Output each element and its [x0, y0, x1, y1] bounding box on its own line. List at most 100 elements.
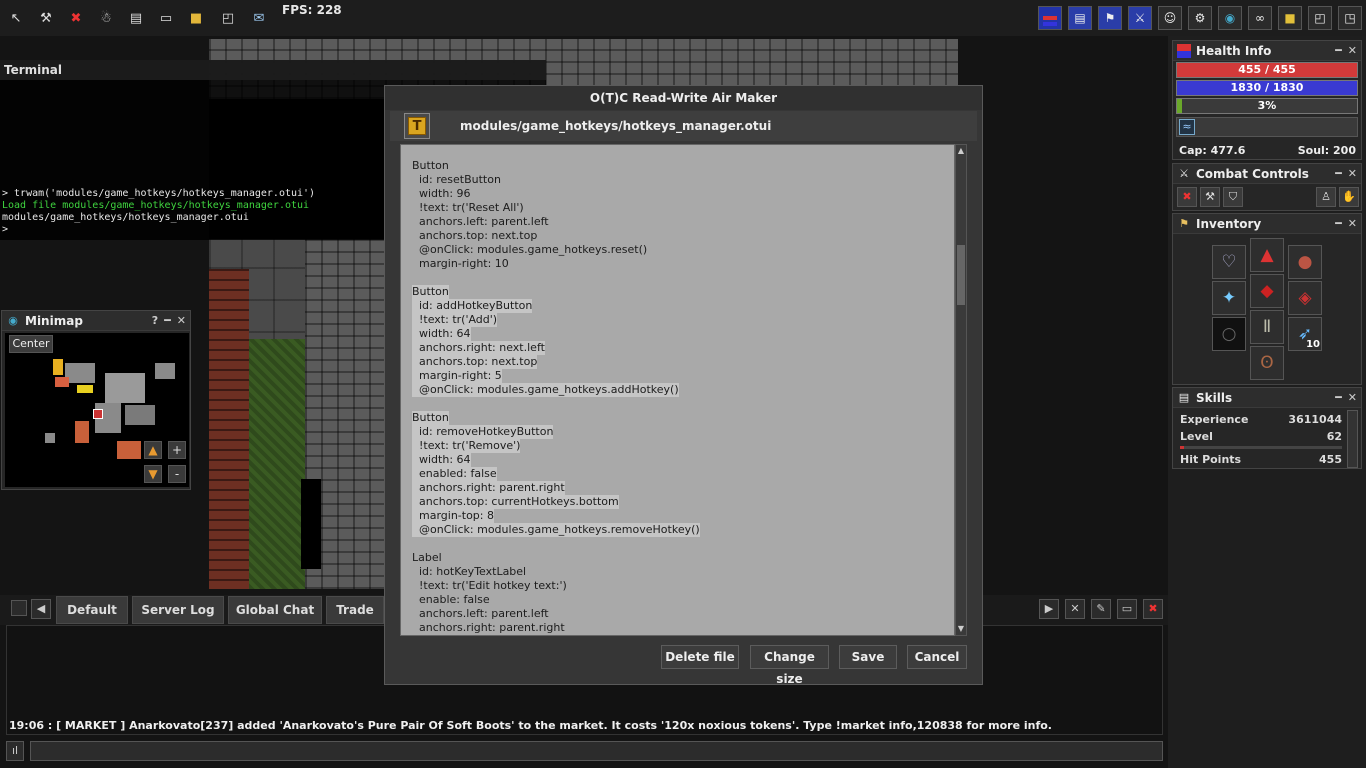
skill-row-level: Level 62	[1180, 430, 1342, 443]
level-progress-bar	[1180, 446, 1342, 449]
minimize-icon[interactable]: ◰	[1308, 6, 1332, 30]
next-tab-button[interactable]: ▶	[1039, 599, 1059, 619]
shield-slot[interactable]: ◈	[1288, 281, 1322, 315]
zoom-out-button[interactable]: -	[168, 465, 186, 483]
tab-global-chat[interactable]: Global Chat	[228, 596, 322, 624]
close-icon[interactable]: ✕	[1348, 217, 1357, 230]
prev-tab-button[interactable]: ◀	[31, 599, 51, 619]
minimize-icon[interactable]: ━	[1335, 391, 1342, 404]
zoom-in-button[interactable]: +	[168, 441, 186, 459]
close-icon[interactable]: ✕	[1348, 44, 1357, 57]
bag-icon: ⚑	[1179, 216, 1189, 230]
mana-bar: 1830 / 1830	[1176, 80, 1358, 96]
weapon-slot[interactable]: ✦	[1212, 281, 1246, 315]
tab-server-log[interactable]: Server Log	[132, 596, 224, 624]
balanced-mode-icon[interactable]: ⚒	[1200, 187, 1220, 207]
scroll-thumb[interactable]	[957, 245, 965, 305]
minimize-icon[interactable]: ━	[164, 314, 171, 327]
chat-toggle-checkbox[interactable]	[11, 600, 27, 616]
top-menu-bar: ↖ ⚒ ✖ ☃ ▤ ▭ ■ ◰ ✉ FPS: 228 ▤ ⚑ ⚔ ☺ ⚙ ◉ ∞…	[0, 0, 1366, 36]
minimize-icon[interactable]: ━	[1335, 44, 1342, 57]
ammo-count: 10	[1306, 339, 1320, 350]
close-icon[interactable]: ✕	[1348, 391, 1357, 404]
chase-mode-icon[interactable]: ✋	[1339, 187, 1359, 207]
close-icon[interactable]: ✕	[177, 314, 186, 327]
maximize-icon[interactable]: ◳	[1338, 6, 1362, 30]
minimap-window[interactable]: ◉ Minimap ? ━ ✕ Center ▲ ▼ + -	[1, 310, 191, 490]
center-button[interactable]: Center	[9, 335, 53, 353]
chat-message: 19:06 : [ MARKET ] Anarkovato[237] added…	[9, 719, 1052, 732]
options-icon[interactable]: ⚙	[1188, 6, 1212, 30]
boots-slot[interactable]: ʘ	[1250, 346, 1284, 380]
offensive-mode-icon[interactable]: ✖	[1177, 187, 1197, 207]
floor-down-button[interactable]: ▼	[144, 465, 162, 483]
ammo-slot[interactable]: ➶ 10	[1288, 317, 1322, 351]
save-button[interactable]: Save	[839, 645, 897, 669]
scroll-up-icon[interactable]: ▲	[956, 145, 966, 157]
stash-icon[interactable]: ■	[1278, 6, 1302, 30]
combat-icon[interactable]: ⚔	[1128, 6, 1152, 30]
armor-slot[interactable]: ◆	[1250, 274, 1284, 308]
close-chat-icon[interactable]: ✖	[1143, 599, 1163, 619]
health-info-title: Health Info	[1196, 43, 1272, 58]
delete-file-button[interactable]: Delete file	[661, 645, 739, 669]
close-icon[interactable]: ✕	[1348, 167, 1357, 180]
conditions-bar: ≈	[1176, 117, 1358, 137]
minimize-icon[interactable]: ━	[1335, 217, 1342, 230]
minimap-area[interactable]: Center ▲ ▼ + -	[5, 333, 189, 487]
cursor-icon[interactable]: ↖	[6, 8, 26, 28]
save-chat-icon[interactable]: ▭	[1117, 599, 1137, 619]
legs-slot[interactable]: Ⅱ	[1250, 310, 1284, 344]
floor-up-button[interactable]: ▲	[144, 441, 162, 459]
character-icon[interactable]: ☃	[96, 8, 116, 28]
module-icon[interactable]: ■	[186, 8, 206, 28]
globe-icon: ◉	[8, 313, 18, 327]
skill-row-experience: Experience 3611044	[1180, 413, 1342, 426]
party-icon[interactable]: ☺	[1158, 6, 1182, 30]
cancel-button[interactable]: Cancel	[907, 645, 967, 669]
clear-chat-icon[interactable]: ✎	[1091, 599, 1111, 619]
experience-bar: 3%	[1176, 98, 1358, 114]
chat-mode-icon[interactable]: ıl	[6, 741, 24, 761]
terminal-output: > trwam('modules/game_hotkeys/hotkeys_ma…	[2, 188, 315, 236]
editor-scrollbar[interactable]: ▲ ▼	[955, 144, 967, 636]
terminal-icon[interactable]: ▭	[156, 8, 176, 28]
wrench-icon[interactable]: ⚒	[36, 8, 56, 28]
tab-default[interactable]: Default	[56, 596, 128, 624]
stand-mode-icon[interactable]: ♙	[1316, 187, 1336, 207]
player-marker	[93, 409, 103, 419]
skills-icon[interactable]: ▤	[1068, 6, 1092, 30]
haste-condition-icon: ≈	[1179, 119, 1195, 135]
chat-input[interactable]	[30, 741, 1163, 761]
terminal-line: modules/game_hotkeys/hotkeys_manager.otu…	[2, 212, 249, 223]
ring-slot[interactable]: ○	[1212, 317, 1246, 351]
close-tab-icon[interactable]: ✕	[1065, 599, 1085, 619]
minimize-icon[interactable]: ━	[1335, 167, 1342, 180]
amulet-slot[interactable]: ♡	[1212, 245, 1246, 279]
defensive-mode-icon[interactable]: ⛉	[1223, 187, 1243, 207]
notes-icon[interactable]: ▤	[126, 8, 146, 28]
experience-fill	[1177, 99, 1183, 113]
skills-scrollbar[interactable]	[1347, 410, 1358, 468]
help-icon[interactable]: ?	[152, 314, 158, 327]
battle-icon[interactable]: ⚑	[1098, 6, 1122, 30]
world-icon[interactable]: ◉	[1218, 6, 1242, 30]
backpack-slot[interactable]: ●	[1288, 245, 1322, 279]
terminal-line: Load file modules/game_hotkeys/hotkeys_m…	[2, 200, 310, 211]
skills-icon: ▤	[1178, 390, 1190, 404]
scroll-down-icon[interactable]: ▼	[956, 623, 966, 635]
logout-icon[interactable]: ✖	[66, 8, 86, 28]
helmet-slot[interactable]: ▲	[1250, 238, 1284, 272]
inventory-title: Inventory	[1196, 216, 1262, 231]
links-icon[interactable]: ∞	[1248, 6, 1272, 30]
tab-trade[interactable]: Trade	[326, 596, 384, 624]
terminal-prompt[interactable]: >	[2, 224, 315, 236]
window-icon[interactable]: ◰	[218, 8, 238, 28]
scroll-icon[interactable]: ✉	[249, 8, 269, 28]
health-bar-icon[interactable]	[1038, 6, 1062, 30]
swords-icon: ⚔	[1179, 166, 1189, 180]
code-editor[interactable]: Button id: resetButton width: 96 !text: …	[400, 144, 955, 636]
change-size-button[interactable]: Change size	[750, 645, 829, 686]
capacity-label: Cap: 477.6	[1179, 144, 1246, 157]
file-editor-dialog[interactable]: O(T)C Read-Write Air Maker T modules/gam…	[384, 85, 983, 686]
